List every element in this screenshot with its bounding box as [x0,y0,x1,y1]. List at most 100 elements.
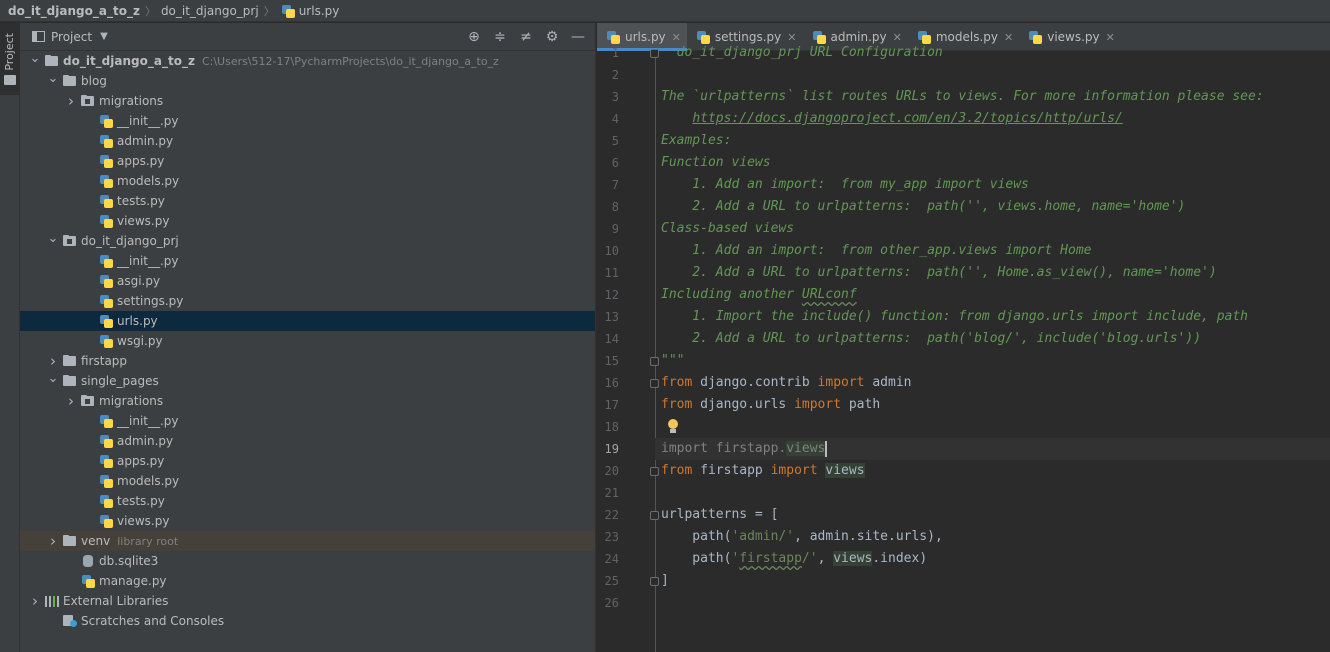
chevron-right-icon[interactable]: › [62,392,80,410]
code-line: Class-based views [661,218,794,240]
tree-item[interactable]: wsgi.py [20,331,595,351]
tree-item[interactable]: apps.py [20,451,595,471]
project-view-selector[interactable]: Project [51,30,92,44]
tree-item-label: asgi.py [117,274,161,288]
chevron-right-icon[interactable]: › [62,92,80,110]
tree-item[interactable]: › venv library root [20,531,595,551]
tree-item-label: views.py [117,214,170,228]
tree-item[interactable]: tests.py [20,491,595,511]
gear-icon[interactable]: ⚙ [541,27,563,47]
line-number: 14 [604,332,619,346]
code-token: Function views [661,155,771,170]
tree-item[interactable]: views.py [20,211,595,231]
code-line: ] [661,570,669,592]
code-line: """ [661,350,684,372]
chevron-right-icon[interactable]: › [44,352,62,370]
tree-item[interactable]: ⌄ single_pages [20,371,595,391]
chevron-right-icon[interactable]: › [44,532,62,550]
python-file-icon [98,294,114,308]
tree-item[interactable]: admin.py [20,131,595,151]
tree-item-label: apps.py [117,154,165,168]
python-file-icon [98,494,114,508]
code-token: 2. Add a URL to urlpatterns: path('', vi… [661,199,1186,214]
tree-item[interactable]: › firstapp [20,351,595,371]
tree-item[interactable]: › External Libraries [20,591,595,611]
breadcrumb-item[interactable]: do_it_django_prj [161,4,259,18]
minimize-icon[interactable]: — [567,27,589,47]
tree-item[interactable]: __init__.py [20,251,595,271]
tree-item[interactable]: ⌄ do_it_django_prj [20,231,595,251]
line-number: 13 [604,310,619,324]
chevron-down-icon[interactable]: ⌄ [44,231,62,246]
line-number: 18 [604,420,619,434]
fold-marker-icon[interactable] [650,467,659,476]
line-number: 8 [611,200,619,214]
tree-item[interactable]: models.py [20,471,595,491]
tree-item[interactable]: __init__.py [20,411,595,431]
line-number: 1 [611,46,619,60]
tree-item[interactable]: admin.py [20,431,595,451]
tree-item-label: settings.py [117,294,184,308]
tree-item[interactable]: manage.py [20,571,595,591]
tree-item[interactable]: asgi.py [20,271,595,291]
tree-item[interactable]: db.sqlite3 [20,551,595,571]
code-token: import [817,375,865,390]
code-token: 2. Add a URL to urlpatterns: path('', Ho… [661,265,1217,280]
fold-marker-icon[interactable] [650,49,659,58]
expand-all-icon[interactable]: ≑ [489,27,511,47]
tree-item-label: __init__.py [117,414,179,428]
line-number: 9 [611,222,619,236]
tree-item-label: External Libraries [63,594,169,608]
tree-item[interactable]: urls.py [20,311,595,331]
code-area[interactable]: do_it_django_prj URL Configuration The `u… [650,45,1330,652]
code-token: path [841,397,881,412]
chevron-down-icon[interactable]: ⌄ [44,71,62,86]
fold-marker-icon[interactable] [650,379,659,388]
close-icon[interactable]: ✕ [1004,31,1013,44]
project-tab-label: Project [3,33,16,71]
breadcrumb-label: urls.py [298,3,340,18]
line-number: 7 [611,178,619,192]
fold-marker-icon[interactable] [650,511,659,520]
python-file-icon [98,154,114,168]
fold-marker-icon[interactable] [650,357,659,366]
tree-item[interactable]: views.py [20,511,595,531]
collapse-all-icon[interactable]: ≠ [515,27,537,47]
tree-item[interactable]: tests.py [20,191,595,211]
folder-icon [62,534,78,548]
tree-item[interactable]: Scratches and Consoles [20,611,595,631]
close-icon[interactable]: ✕ [1106,31,1115,44]
code-line: from django.urls import path [661,394,880,416]
chevron-down-icon[interactable]: ⌄ [44,371,62,386]
project-panel: Project ▼ ⊕ ≑ ≠ ⚙ — ⌄ do_it_django_a_to_z C:\U… [20,23,596,652]
breadcrumb-item[interactable]: urls.py [280,3,340,18]
tab-views-py[interactable]: views.py ✕ [1019,23,1121,51]
navigation-bar: do_it_django_a_to_z 〉 do_it_django_prj 〉 url… [0,0,1330,22]
python-file-icon [98,194,114,208]
code-line: from django.contrib import admin [661,372,911,394]
tree-item[interactable]: settings.py [20,291,595,311]
folder-icon [62,74,78,88]
python-file-icon [98,174,114,188]
fold-marker-icon[interactable] [650,577,659,586]
breadcrumb-item[interactable]: do_it_django_a_to_z [8,4,140,18]
caret-down-icon[interactable]: ▼ [100,31,108,42]
project-tool-window-tab[interactable]: Project [0,23,20,95]
code-token: views [786,441,826,456]
tree-item[interactable]: models.py [20,171,595,191]
tree-item[interactable]: › migrations [20,391,595,411]
code-token: admin [864,375,912,390]
tree-item[interactable]: ⌄ do_it_django_a_to_z C:\Users\512-17\Pych… [20,51,595,71]
tree-item[interactable]: __init__.py [20,111,595,131]
chevron-down-icon[interactable]: ⌄ [26,51,44,66]
tree-item[interactable]: › migrations [20,91,595,111]
lightbulb-icon[interactable] [667,419,679,435]
locate-icon[interactable]: ⊕ [463,27,485,47]
scratches-icon [62,614,78,628]
tree-item[interactable]: ⌄ blog [20,71,595,91]
code-line: Examples: [661,130,731,152]
tree-item[interactable]: apps.py [20,151,595,171]
chevron-right-icon[interactable]: › [26,592,44,610]
tree-item-label: manage.py [99,574,167,588]
